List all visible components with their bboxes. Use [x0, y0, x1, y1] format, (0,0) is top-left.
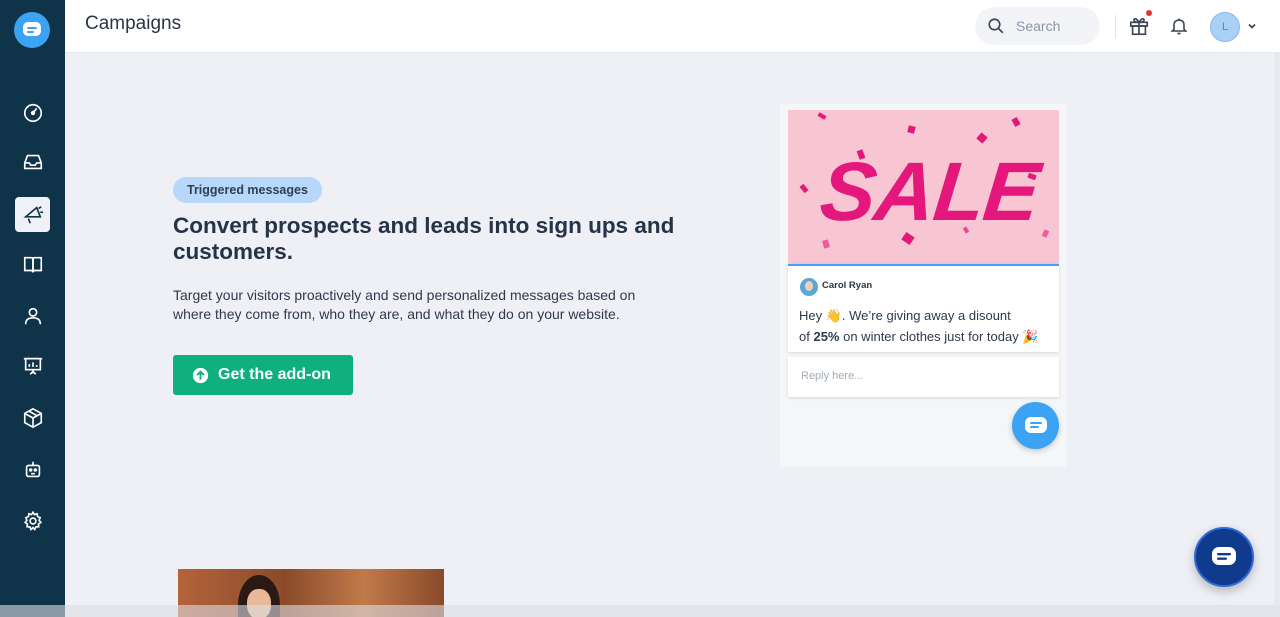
- sidebar-item-add-ons[interactable]: [15, 400, 50, 435]
- hero-headline: Convert prospects and leads into sign up…: [173, 213, 675, 264]
- confetti: [976, 132, 988, 144]
- sidebar: [0, 0, 65, 617]
- get-add-on-label: Get the add-on: [218, 366, 331, 383]
- page-title: Campaigns: [85, 13, 182, 34]
- inbox-icon: [23, 154, 42, 169]
- page-bottom-edge: [0, 605, 1280, 617]
- arrow-up-circle-icon: [192, 367, 209, 383]
- notifications-button[interactable]: [1169, 16, 1189, 36]
- search-icon: [988, 18, 1004, 34]
- confetti: [907, 125, 916, 134]
- sidebar-item-settings[interactable]: [15, 503, 50, 538]
- chat-message-card: Carol Ryan Hey 👋. We’re giving away a di…: [788, 264, 1059, 352]
- message-line-2: of 25% on winter clothes just for today …: [799, 329, 1039, 345]
- notification-dot: [1146, 10, 1152, 16]
- confetti: [799, 183, 809, 194]
- chevron-down-icon[interactable]: [1247, 21, 1257, 31]
- reply-field: Reply here...: [788, 357, 1059, 397]
- app-logo-icon[interactable]: [14, 12, 50, 48]
- person-icon: [24, 307, 41, 324]
- sidebar-item-campaigns[interactable]: [15, 197, 50, 232]
- toolbar-divider: [1115, 15, 1116, 38]
- avatar[interactable]: L: [1210, 12, 1240, 42]
- chat-button[interactable]: [1194, 527, 1254, 587]
- feature-badge: Triggered messages: [173, 177, 322, 203]
- confetti: [1041, 229, 1050, 238]
- campaign-preview: SALE Carol Ryan Hey 👋. We’re giving away…: [780, 104, 1066, 467]
- bell-icon: [1170, 18, 1188, 35]
- search-placeholder: Search: [1016, 18, 1061, 34]
- hero-description: Target your visitors proactively and sen…: [173, 287, 636, 322]
- sidebar-item-bots[interactable]: [15, 452, 50, 487]
- message-line-2-post: on winter clothes just for today 🎉: [839, 329, 1039, 344]
- top-bar: Campaigns Search L: [65, 0, 1280, 53]
- sidebar-item-knowledge-base[interactable]: [15, 247, 50, 282]
- reply-placeholder: Reply here...: [801, 370, 864, 382]
- confetti: [817, 112, 827, 120]
- whats-new-button[interactable]: [1128, 10, 1152, 37]
- sender-avatar: [800, 278, 818, 296]
- get-add-on-button[interactable]: Get the add-on: [173, 355, 353, 395]
- sidebar-item-inbox[interactable]: [15, 144, 50, 179]
- confetti: [822, 239, 830, 249]
- chat-launcher-preview-icon: [1012, 402, 1059, 449]
- sale-banner-image: SALE: [788, 110, 1059, 264]
- sidebar-item-dashboard[interactable]: [15, 95, 50, 130]
- gear-icon: [23, 510, 42, 531]
- gauge-icon: [23, 103, 42, 122]
- gift-icon: [1129, 17, 1149, 36]
- discount-value: 25%: [813, 329, 840, 344]
- message-line-2-pre: of: [799, 329, 814, 344]
- scrollbar[interactable]: [1274, 53, 1280, 605]
- sale-banner-text: SALE: [816, 145, 1044, 238]
- sender-name: Carol Ryan: [822, 280, 873, 291]
- presentation-chart-icon: [23, 357, 42, 375]
- cube-icon: [23, 407, 42, 428]
- confetti: [1011, 117, 1021, 127]
- message-line-1: Hey 👋. We’re giving away a disount: [799, 308, 1011, 323]
- chat-icon: [1212, 547, 1236, 565]
- robot-icon: [25, 461, 40, 477]
- megaphone-icon: [22, 205, 43, 224]
- sidebar-item-contacts[interactable]: [15, 298, 50, 333]
- book-icon: [23, 256, 42, 272]
- sidebar-item-reports[interactable]: [15, 348, 50, 383]
- search-input[interactable]: Search: [975, 7, 1100, 45]
